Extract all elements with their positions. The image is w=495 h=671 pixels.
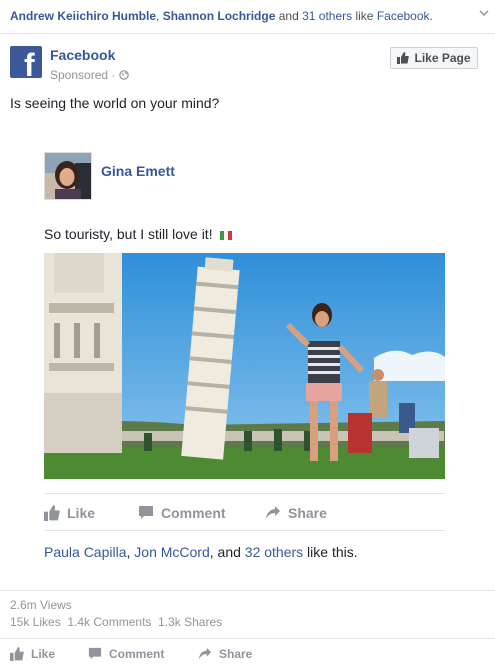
liker-link-1[interactable]: Paula Capilla: [44, 544, 127, 560]
share-arrow-icon: [266, 506, 280, 519]
shares-count[interactable]: 1.3k Shares: [158, 615, 222, 629]
divider: [0, 590, 495, 591]
avatar[interactable]: [44, 152, 92, 200]
like-button[interactable]: Like: [10, 647, 55, 661]
share-arrow-icon: [198, 647, 212, 660]
page-name-link[interactable]: Facebook: [50, 47, 115, 63]
like-label: Like: [31, 647, 56, 661]
divider: [0, 33, 495, 34]
italy-flag-icon: [220, 230, 233, 240]
social-context: Andrew Keiichiro Humble, Shannon Lochrid…: [10, 9, 433, 23]
post-caption-text: So touristy, but I still love it!: [44, 226, 213, 242]
share-button[interactable]: Share: [198, 647, 252, 661]
ad-text: Is seeing the world on your mind?: [10, 95, 220, 111]
likers-line: Paula Capilla, Jon McCord, and 32 others…: [44, 544, 358, 560]
comment-icon: [139, 506, 153, 519]
embedded-like-label: Like: [67, 505, 96, 521]
comment-icon: [88, 647, 102, 660]
like-text: like: [352, 9, 377, 23]
like-page-button[interactable]: Like Page: [390, 47, 478, 69]
embedded-comment-label: Comment: [161, 505, 226, 521]
post-caption: So touristy, but I still love it!: [44, 226, 233, 242]
facebook-logo-icon[interactable]: f: [10, 46, 42, 78]
and-text: and: [275, 9, 303, 23]
period: .: [429, 9, 433, 23]
thumbs-up-icon: [44, 505, 60, 521]
post-author-link[interactable]: Gina Emett: [101, 163, 175, 179]
dot-separator: ·: [111, 68, 116, 82]
thumbs-up-icon: [397, 52, 410, 64]
divider: [0, 638, 495, 639]
engagement-stats: 15k Likes 1.4k Comments 1.3k Shares: [10, 615, 222, 629]
globe-icon: [118, 70, 129, 80]
comments-count[interactable]: 1.4k Comments: [67, 615, 151, 629]
share-label: Share: [219, 647, 253, 661]
sponsored-label: Sponsored ·: [50, 68, 129, 82]
likers-sep-2: , and: [209, 544, 245, 560]
views-count: 2.6m Views: [10, 598, 72, 612]
page-link[interactable]: Facebook: [377, 9, 430, 23]
comment-button[interactable]: Comment: [88, 647, 164, 661]
embedded-like-button[interactable]: Like: [44, 505, 95, 521]
liker-link-2[interactable]: Jon McCord: [134, 544, 209, 560]
divider: [44, 493, 445, 494]
divider: [44, 530, 445, 531]
comment-label: Comment: [109, 647, 165, 661]
likers-others-link[interactable]: 32 others: [245, 544, 303, 560]
friend-link-2[interactable]: Shannon Lochridge: [163, 9, 276, 23]
sponsored-text: Sponsored: [50, 68, 109, 82]
friend-link-1[interactable]: Andrew Keiichiro Humble: [10, 9, 156, 23]
comma: ,: [156, 9, 160, 23]
likes-count[interactable]: 15k Likes: [10, 615, 61, 629]
avatar-image: [45, 153, 91, 199]
embedded-share-button[interactable]: Share: [265, 505, 327, 521]
embedded-comment-button[interactable]: Comment: [138, 505, 226, 521]
chevron-down-icon[interactable]: [478, 7, 490, 19]
others-link[interactable]: 31 others: [302, 9, 352, 23]
embedded-share-label: Share: [288, 505, 327, 521]
thumbs-up-icon: [10, 647, 24, 661]
likers-tail: like this.: [303, 544, 358, 560]
post-photo[interactable]: [44, 253, 445, 479]
like-page-label: Like Page: [414, 51, 471, 65]
